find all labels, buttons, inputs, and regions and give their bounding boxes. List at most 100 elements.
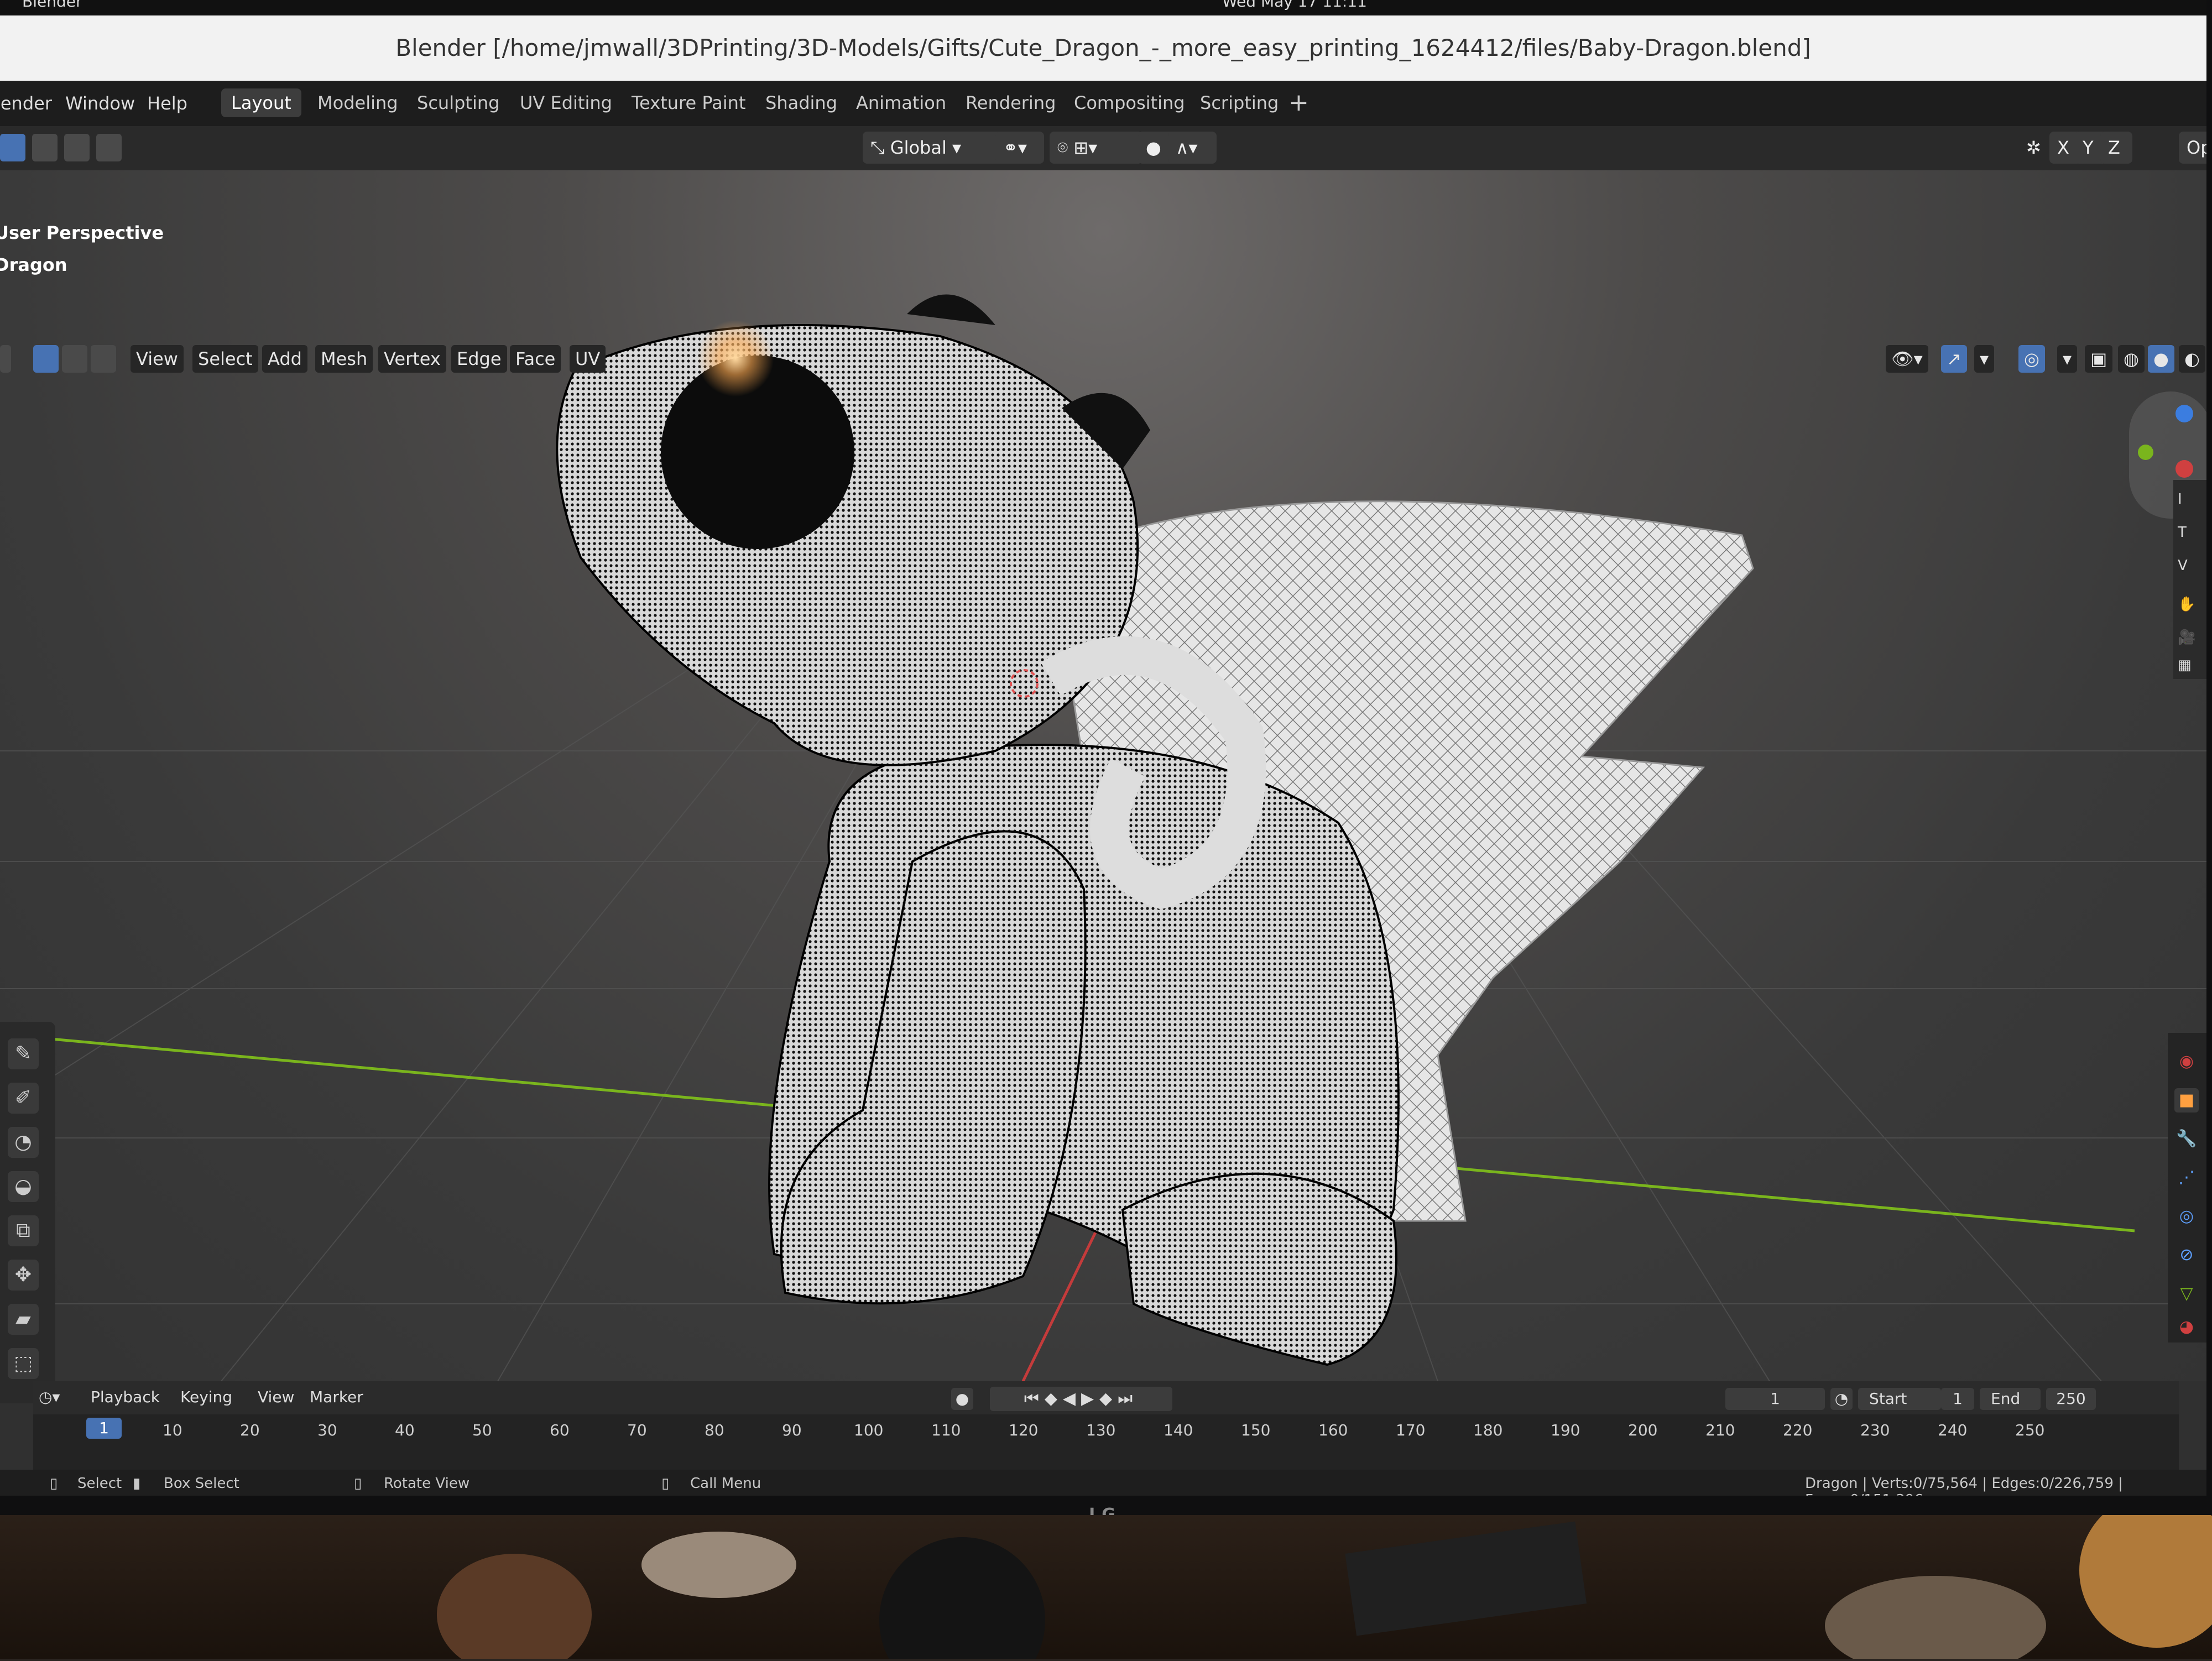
data-properties-icon[interactable]: ▽ — [2174, 1282, 2199, 1306]
tab-sculpting[interactable]: Sculpting — [407, 88, 509, 117]
frame-tick: 160 — [1318, 1421, 1348, 1439]
mouse-left-icon: ▯ — [50, 1475, 58, 1492]
select-mode-subtract-icon[interactable] — [64, 134, 90, 161]
menu-edge[interactable]: Edge — [451, 345, 507, 373]
timeline-menu-marker[interactable]: Marker — [310, 1388, 363, 1406]
scene-properties-icon[interactable]: ◉ — [2174, 1049, 2199, 1074]
grid-view-icon[interactable]: ▦ — [2178, 657, 2192, 673]
physics-properties-icon[interactable]: ◎ — [2174, 1204, 2199, 1229]
tab-uv-editing[interactable]: UV Editing — [510, 88, 622, 117]
sidebar-tab-view[interactable]: V — [2178, 557, 2188, 574]
hand-pan-icon[interactable]: ✋ — [2178, 596, 2195, 613]
loop-cut-tool-icon[interactable]: ✥ — [8, 1260, 39, 1291]
os-app-menu[interactable]: Blender — [22, 0, 82, 11]
record-keyframe-icon[interactable]: ● — [951, 1388, 973, 1410]
chevron-down-icon[interactable]: ▾ — [2057, 345, 2078, 373]
preview-range-icon[interactable]: ◔ — [1830, 1388, 1853, 1410]
playhead-frame-indicator[interactable]: 1 — [86, 1418, 122, 1439]
mouse-right-icon: ▯ — [661, 1475, 670, 1492]
select-mode-intersect-icon[interactable] — [96, 134, 122, 161]
timeline-menu-view[interactable]: View — [258, 1388, 294, 1406]
current-frame-field[interactable]: 1 — [1725, 1388, 1825, 1410]
rip-tool-icon[interactable]: ⬚ — [8, 1348, 39, 1379]
3d-viewport[interactable]: View Select Add Mesh Vertex Edge Face UV… — [0, 170, 2206, 1403]
blender-screen: Blender Wed May 17 11:11 Blender [/home/… — [0, 0, 2206, 1496]
timeline-menu-keying[interactable]: Keying — [180, 1388, 232, 1406]
tab-rendering[interactable]: Rendering — [956, 88, 1066, 117]
menu-view[interactable]: View — [131, 345, 184, 373]
editor-type-icon[interactable] — [0, 345, 11, 373]
frame-tick: 10 — [163, 1421, 182, 1439]
camera-view-icon[interactable]: 🎥 — [2178, 629, 2195, 646]
frame-tick: 90 — [782, 1421, 802, 1439]
particles-properties-icon[interactable]: ⋰ — [2174, 1166, 2199, 1190]
tab-scripting[interactable]: Scripting — [1190, 88, 1288, 117]
tab-modeling[interactable]: Modeling — [307, 88, 408, 117]
gizmo-toggle-icon[interactable]: ↗ — [1941, 345, 1967, 373]
frame-tick: 100 — [854, 1421, 884, 1439]
frame-tick: 120 — [1009, 1421, 1039, 1439]
frame-tick: 60 — [550, 1421, 570, 1439]
frame-tick: 140 — [1164, 1421, 1193, 1439]
add-workspace-button[interactable]: + — [1288, 88, 1309, 117]
menu-face[interactable]: Face — [510, 345, 561, 373]
start-frame-field[interactable]: 1 — [1941, 1388, 1974, 1410]
face-select-mode-icon[interactable] — [91, 345, 116, 373]
chevron-down-icon[interactable]: ▾ — [1974, 345, 1995, 373]
constraint-properties-icon[interactable]: ⊘ — [2174, 1243, 2199, 1267]
tab-animation[interactable]: Animation — [846, 88, 956, 117]
menu-blender[interactable]: Blender — [0, 93, 52, 114]
sidebar-tab-tool[interactable]: T — [2178, 524, 2187, 541]
add-cube-tool-icon[interactable]: ◔ — [8, 1127, 39, 1158]
menu-add[interactable]: Add — [262, 345, 307, 373]
options-dropdown[interactable]: Opt — [2179, 132, 2206, 164]
edge-select-mode-icon[interactable] — [62, 345, 87, 373]
modifier-properties-icon[interactable]: 🔧 — [2174, 1127, 2199, 1151]
wireframe-shading-icon[interactable]: ◍ — [2118, 345, 2145, 373]
solid-shading-icon[interactable]: ● — [2148, 345, 2174, 373]
sidebar-tabs: I T V ✋ 🎥 ▦ — [2173, 480, 2206, 679]
mirror-z-toggle[interactable]: Z — [2100, 132, 2132, 164]
inset-tool-icon[interactable]: ⧉ — [8, 1215, 39, 1246]
measure-tool-icon[interactable]: ✎ — [8, 1038, 39, 1069]
menu-help[interactable]: Help — [147, 93, 187, 114]
xray-toggle-icon[interactable]: ▣ — [2085, 345, 2113, 373]
timeline-menu-playback[interactable]: Playback — [91, 1388, 160, 1406]
menu-window[interactable]: Window — [65, 93, 135, 114]
annotate-tool-icon[interactable]: ✐ — [8, 1083, 39, 1114]
menu-mesh[interactable]: Mesh — [315, 345, 373, 373]
snap-icon[interactable]: ⌾ ⊞▾ — [1050, 132, 1142, 164]
tab-compositing[interactable]: Compositing — [1064, 88, 1195, 117]
falloff-icon[interactable]: ∧▾ — [1168, 132, 1217, 164]
vertex-select-mode-icon[interactable] — [33, 345, 59, 373]
status-rotate-hint: Rotate View — [384, 1475, 470, 1492]
desk-background — [0, 1493, 2212, 1661]
end-frame-field[interactable]: 250 — [2046, 1388, 2096, 1410]
shear-tool-icon[interactable]: ▰ — [8, 1304, 39, 1335]
visibility-icon[interactable]: 👁▾ — [1886, 345, 1928, 373]
overlays-toggle-icon[interactable]: ◎ — [2018, 345, 2045, 373]
tab-shading[interactable]: Shading — [755, 88, 847, 117]
extrude-tool-icon[interactable]: ◒ — [8, 1171, 39, 1202]
sidebar-tab-item[interactable]: I — [2178, 491, 2182, 508]
menu-vertex[interactable]: Vertex — [378, 345, 446, 373]
tab-layout[interactable]: Layout — [221, 88, 301, 117]
timeline-editor-type-icon[interactable]: ◷▾ — [39, 1388, 60, 1406]
pivot-point-icon[interactable]: ⚭▾ — [995, 132, 1044, 164]
menu-select[interactable]: Select — [192, 345, 258, 373]
view-name-label: User Perspective — [0, 222, 164, 243]
timeline-ruler[interactable]: 10 20 30 40 50 60 70 80 90 100 110 120 1… — [33, 1414, 2179, 1442]
window-title: Blender [/home/jmwall/3DPrinting/3D-Mode… — [0, 15, 2206, 81]
menu-uv[interactable]: UV — [570, 345, 606, 373]
material-shading-icon[interactable]: ◐ — [2179, 345, 2205, 373]
orientation-value: Global — [890, 137, 947, 158]
object-properties-icon[interactable]: ■ — [2174, 1088, 2199, 1112]
playback-controls[interactable]: ⏮◆◀▶◆⏭ — [990, 1387, 1172, 1411]
material-properties-icon[interactable]: ◕ — [2174, 1315, 2199, 1339]
frame-tick: 190 — [1551, 1421, 1580, 1439]
dragon-mesh[interactable] — [556, 294, 1754, 1366]
tab-texture-paint[interactable]: Texture Paint — [622, 88, 756, 117]
select-mode-extend-icon[interactable] — [32, 134, 58, 161]
orientation-dropdown[interactable]: ⤡ Global ▾ — [863, 132, 1005, 164]
select-mode-new-icon[interactable] — [0, 134, 25, 161]
